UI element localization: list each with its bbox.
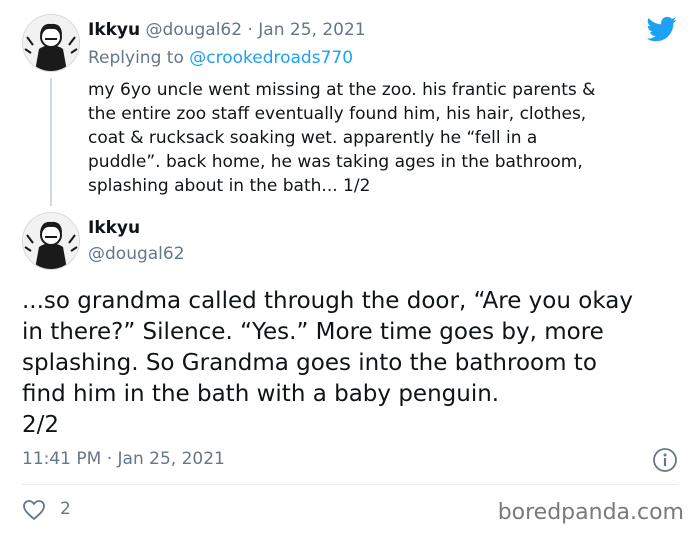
twitter-bird-icon (644, 14, 680, 44)
author-name[interactable]: Ikkyu (88, 218, 140, 238)
main-text-line: 2/2 (22, 412, 60, 438)
info-icon[interactable] (652, 447, 678, 473)
reply-text-line: puddle”. back home, he was taking ages i… (88, 152, 583, 172)
tweet-timestamp[interactable]: 11:41 PM · Jan 25, 2021 (22, 449, 225, 469)
main-tweet-text: ...so grandma called through the door, “… (22, 286, 633, 441)
avatar[interactable] (22, 14, 80, 72)
author-handle[interactable]: @dougal62 (146, 20, 243, 40)
avatar[interactable] (22, 212, 80, 270)
replying-to: Replying to @crookedroads770 (88, 48, 353, 68)
divider (22, 484, 678, 485)
author-name[interactable]: Ikkyu (88, 20, 140, 40)
tweet-date[interactable]: Jan 25, 2021 (258, 20, 365, 40)
replying-prefix: Replying to (88, 48, 184, 68)
like-count: 2 (60, 499, 71, 519)
main-text-line: find him in the bath with a baby penguin… (22, 381, 500, 407)
thread-line (50, 78, 52, 206)
main-text-line: in there?” Silence. “Yes.” More time goe… (22, 319, 604, 345)
reply-tweet-text: my 6yo uncle went missing at the zoo. hi… (88, 78, 595, 198)
reply-text-line: splashing about in the bath... 1/2 (88, 176, 371, 196)
author-handle[interactable]: @dougal62 (88, 244, 185, 264)
heart-icon (23, 500, 45, 520)
reply-header: Ikkyu @dougal62 · Jan 25, 2021 (88, 20, 366, 40)
main-text-line: ...so grandma called through the door, “… (22, 288, 633, 314)
main-text-line: splashing. So Grandma goes into the bath… (22, 350, 597, 376)
boredpanda-watermark: boredpanda.com (497, 500, 684, 525)
reply-text-line: the entire zoo staff eventually found hi… (88, 104, 587, 124)
reply-text-line: my 6yo uncle went missing at the zoo. hi… (88, 80, 596, 100)
reply-text-line: coat & rucksack soaking wet. apparently … (88, 128, 538, 148)
like-button[interactable]: 2 (22, 497, 82, 523)
replying-to-handle[interactable]: @crookedroads770 (189, 48, 353, 68)
separator: · (247, 20, 253, 40)
